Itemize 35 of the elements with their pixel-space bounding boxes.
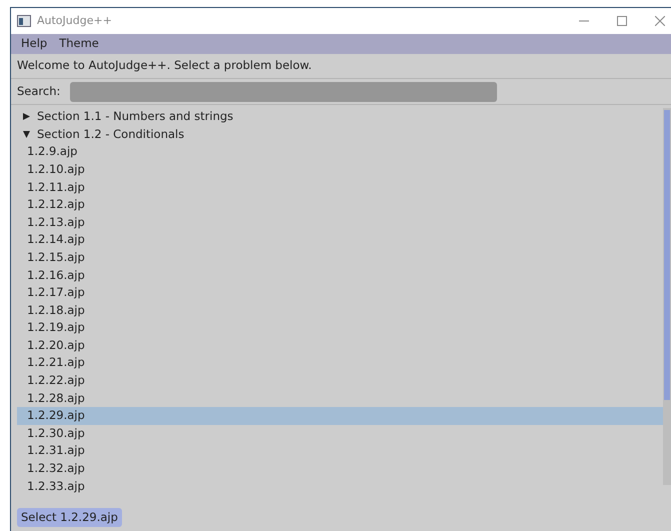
down-triangle-icon[interactable] — [23, 130, 30, 138]
file-item[interactable]: 1.2.29.ajp — [17, 407, 663, 425]
file-item[interactable]: 1.2.11.ajp — [17, 178, 663, 196]
file-item[interactable]: 1.2.30.ajp — [17, 424, 663, 442]
file-item[interactable]: 1.2.19.ajp — [17, 319, 663, 337]
right-triangle-icon[interactable] — [23, 113, 30, 120]
file-item[interactable]: 1.2.18.ajp — [17, 302, 663, 320]
menu-item[interactable]: Theme — [59, 35, 99, 53]
section-item[interactable]: Section 1.2 - Conditionals — [37, 126, 184, 144]
file-item[interactable]: 1.2.33.ajp — [17, 477, 663, 496]
file-item[interactable]: 1.2.12.ajp — [17, 196, 663, 214]
file-item[interactable]: 1.2.16.ajp — [17, 266, 663, 284]
scrollbar-thumb[interactable] — [664, 110, 670, 400]
file-item[interactable]: 1.2.32.ajp — [17, 460, 663, 478]
file-item[interactable]: 1.2.28.ajp — [17, 390, 663, 408]
file-item[interactable]: 1.2.15.ajp — [17, 248, 663, 266]
app-icon — [17, 15, 31, 27]
file-item[interactable]: 1.2.31.ajp — [17, 442, 663, 460]
select-button[interactable]: Select 1.2.29.ajp — [17, 508, 122, 527]
file-item[interactable]: 1.2.13.ajp — [17, 214, 663, 232]
section-item[interactable]: Section 1.1 - Numbers and strings — [37, 108, 234, 126]
file-item[interactable]: 1.2.17.ajp — [17, 284, 663, 302]
window-title: AutoJudge++ — [37, 12, 112, 29]
file-item[interactable]: 1.2.10.ajp — [17, 160, 663, 178]
menu-item[interactable]: Help — [21, 35, 48, 53]
maximize-icon[interactable] — [617, 16, 627, 26]
file-item[interactable]: 1.2.22.ajp — [17, 372, 663, 390]
file-item[interactable]: 1.2.9.ajp — [17, 143, 663, 161]
search-label: Search: — [17, 82, 60, 100]
file-item[interactable]: 1.2.20.ajp — [17, 336, 663, 354]
file-item[interactable]: 1.2.21.ajp — [17, 354, 663, 372]
welcome-text: Welcome to AutoJudge++. Select a problem below. — [17, 57, 312, 74]
file-item[interactable]: 1.2.14.ajp — [17, 231, 663, 249]
search-field[interactable] — [70, 82, 498, 102]
close-icon[interactable] — [655, 16, 665, 26]
